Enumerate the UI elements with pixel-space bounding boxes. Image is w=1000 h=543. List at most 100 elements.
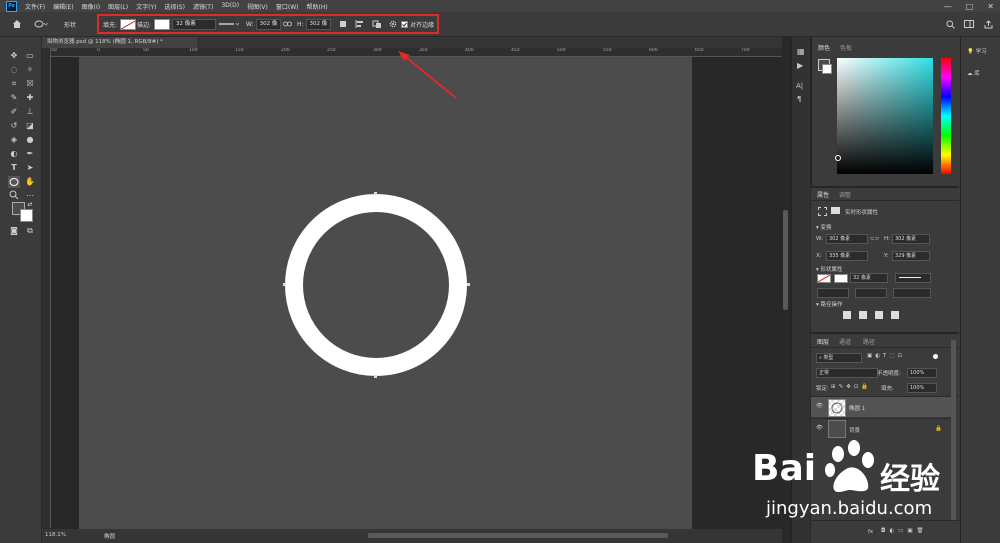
tab-channels[interactable]: 通道 <box>839 337 851 346</box>
menu-item[interactable]: 帮助(H) <box>307 2 328 11</box>
magic-wand-icon[interactable]: ✧ <box>24 64 36 76</box>
tab-swatches[interactable]: 色板 <box>840 43 852 52</box>
eraser-icon[interactable]: ◪ <box>24 120 36 132</box>
shape-mode-select[interactable]: 形状 <box>64 12 76 36</box>
ellipse-tool-icon[interactable] <box>8 176 20 188</box>
share-icon[interactable] <box>984 12 993 36</box>
tab-paths[interactable]: 路径 <box>863 337 875 346</box>
blend-mode-select[interactable]: 正常 <box>816 368 878 378</box>
menu-item[interactable]: 滤镜(T) <box>193 2 213 11</box>
layer-filter-icons[interactable]: ▣◐T⬚⊡ <box>867 353 905 359</box>
workspace-icon[interactable] <box>964 12 974 36</box>
history-brush-icon[interactable]: ↺ <box>8 120 20 132</box>
fill-input[interactable]: 100% <box>907 383 937 393</box>
search-icon[interactable] <box>946 12 955 36</box>
lock-icons[interactable]: ⊞✎✥⊡🔒 <box>831 384 871 390</box>
type-tool-icon[interactable]: T <box>8 162 20 174</box>
ellipse-tool-preset-icon[interactable] <box>34 12 48 36</box>
swap-colors-icon[interactable]: ⇄ <box>24 199 36 211</box>
history-icon[interactable]: ▦ <box>797 47 805 56</box>
blur-tool-icon[interactable]: ● <box>24 134 36 146</box>
library-item[interactable]: ☁ 库 <box>967 69 980 77</box>
menu-item[interactable]: 窗口(W) <box>276 2 299 11</box>
prop-fill-none-swatch[interactable] <box>817 274 831 283</box>
actions-play-icon[interactable]: ▶ <box>797 61 803 70</box>
close-button[interactable]: ✕ <box>987 2 994 11</box>
combine-shapes-icon[interactable] <box>843 311 851 319</box>
stroke-align-select[interactable] <box>817 288 849 298</box>
brush-tool-icon[interactable]: ✐ <box>8 106 20 118</box>
document-canvas[interactable] <box>79 57 692 529</box>
stroke-caps-select[interactable] <box>855 288 887 298</box>
stamp-tool-icon[interactable]: ⊥ <box>24 106 36 118</box>
color-picker-marker[interactable] <box>835 155 841 161</box>
tab-color[interactable]: 颜色 <box>818 43 830 52</box>
move-tool-icon[interactable]: ✥ <box>8 50 20 62</box>
healing-brush-icon[interactable]: ✚ <box>24 92 36 104</box>
prop-width-input[interactable]: 302 像素 <box>826 234 868 244</box>
layer-visibility-icon[interactable]: 👁 <box>816 403 823 409</box>
prop-stroke-width[interactable]: 32 像素 <box>850 273 888 283</box>
intersect-shapes-icon[interactable] <box>875 311 883 319</box>
appearance-section[interactable]: ▾ 形状属性 <box>816 265 843 273</box>
ellipse-1-ring[interactable] <box>285 194 467 376</box>
vertical-scrollbar[interactable] <box>783 210 788 310</box>
dodge-tool-icon[interactable]: ◐ <box>8 148 20 160</box>
path-ops-section[interactable]: ▾ 路径操作 <box>816 300 843 308</box>
layer-thumbnail-2[interactable] <box>828 420 846 438</box>
home-icon[interactable] <box>12 12 22 36</box>
layer-visibility-icon-2[interactable]: 👁 <box>816 425 823 431</box>
paint-bucket-icon[interactable]: ◈ <box>8 134 20 146</box>
pen-tool-icon[interactable]: ✒ <box>24 148 36 160</box>
tab-adjustments[interactable]: 调整 <box>839 190 851 199</box>
minimize-button[interactable]: — <box>944 2 952 11</box>
exclude-shapes-icon[interactable] <box>891 311 899 319</box>
opacity-input[interactable]: 100% <box>907 368 937 378</box>
menu-item[interactable]: 图层(L) <box>108 2 128 11</box>
menu-item[interactable]: 文字(Y) <box>136 2 156 11</box>
layer-name-2[interactable]: 背景 <box>849 426 860 434</box>
character-icon[interactable]: A| <box>796 82 803 90</box>
menu-item[interactable]: 3D(D) <box>221 2 239 11</box>
stroke-corners-select[interactable] <box>893 288 931 298</box>
prop-link-icon[interactable]: ⊂⊃ <box>870 236 879 242</box>
path-selection-icon[interactable]: ➤ <box>24 162 36 174</box>
filter-toggle[interactable] <box>933 354 938 359</box>
prop-x-input[interactable]: 335 像素 <box>826 251 868 261</box>
prop-height-input[interactable]: 302 像素 <box>892 234 930 244</box>
layer-name[interactable]: 椭圆 1 <box>849 404 865 412</box>
screen-mode-icon[interactable]: ⧉ <box>24 225 36 237</box>
hand-tool-icon[interactable]: ✋ <box>24 176 36 188</box>
zoom-tool-icon[interactable] <box>8 190 20 202</box>
horizontal-scrollbar[interactable] <box>368 533 668 538</box>
hue-slider[interactable] <box>941 58 951 174</box>
menu-item[interactable]: 视图(V) <box>247 2 268 11</box>
zoom-level[interactable]: 118.1% <box>45 532 66 538</box>
prop-stroke-swatch[interactable] <box>834 274 848 283</box>
quick-mask-icon[interactable]: ◙ <box>8 225 20 237</box>
crop-tool-icon[interactable]: ⌗ <box>8 78 20 90</box>
eyedropper-icon[interactable]: ✎ <box>8 92 20 104</box>
learn-item[interactable]: 💡 学习 <box>967 47 987 55</box>
tab-properties[interactable]: 属性 <box>817 190 829 199</box>
layer-thumbnail[interactable] <box>828 399 846 417</box>
document-tab[interactable]: 拟物浏览器.psd @ 118% (椭圆 1, RGB/8#) * <box>42 37 197 48</box>
artboard-tool-icon[interactable]: ▭ <box>24 50 36 62</box>
color-bg-swatch[interactable] <box>822 64 832 74</box>
lasso-tool-icon[interactable]: ◌ <box>8 64 20 76</box>
maximize-button[interactable]: □ <box>966 2 974 11</box>
menu-item[interactable]: 文件(F) <box>25 2 45 11</box>
tab-layers[interactable]: 图层 <box>817 337 829 346</box>
prop-stroke-type[interactable] <box>895 273 931 283</box>
subtract-shapes-icon[interactable] <box>859 311 867 319</box>
ring-shape[interactable] <box>79 57 692 529</box>
layer-filter-select[interactable]: ⌕ 类型 <box>816 353 862 363</box>
paragraph-icon[interactable]: ¶ <box>797 95 801 103</box>
prop-y-input[interactable]: 329 像素 <box>892 251 930 261</box>
frame-tool-icon[interactable]: ☒ <box>24 78 36 90</box>
color-field[interactable] <box>835 58 933 174</box>
menu-item[interactable]: 编辑(E) <box>53 2 73 11</box>
menu-item[interactable]: 图像(I) <box>82 2 100 11</box>
menu-item[interactable]: 选择(S) <box>164 2 185 11</box>
transform-section[interactable]: ▾ 变换 <box>816 223 832 231</box>
